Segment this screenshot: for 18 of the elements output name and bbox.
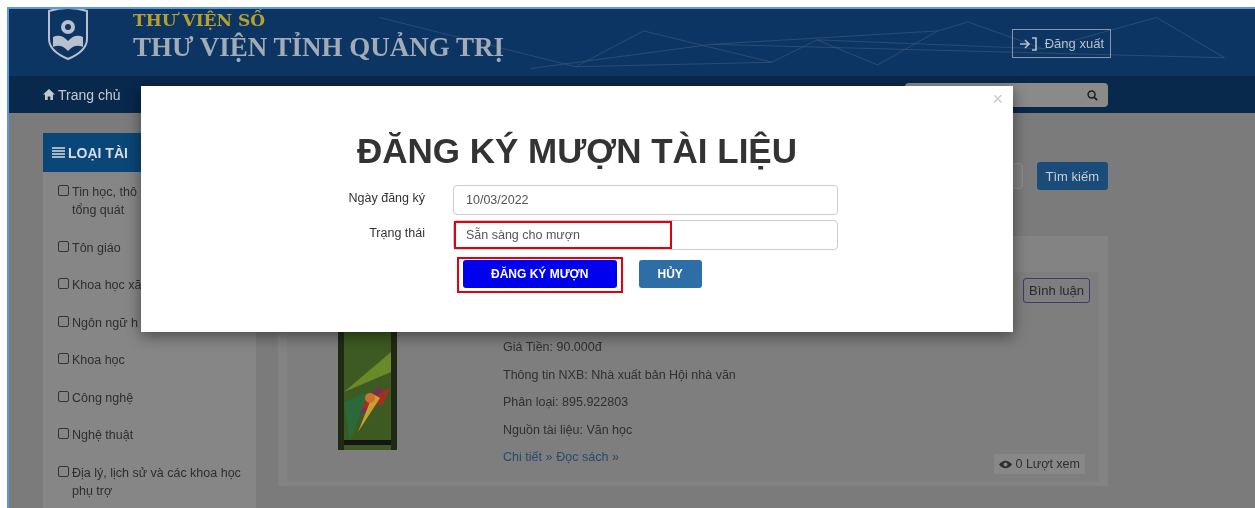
field-label: Trạng thái (369, 225, 425, 242)
category-title: LOẠI TÀI (68, 144, 128, 161)
book-detail: Giá Tiền: 90.000đ (503, 339, 603, 356)
book-detail: Nguồn tài liệu: Văn học (503, 421, 634, 439)
view-count: 0 Lượt xem (994, 454, 1085, 474)
category-label: Ngôn ngữ h (72, 314, 139, 332)
category-label: Công nghệ (72, 389, 134, 407)
book-detail: Phân loại: 895.922803 (503, 394, 630, 411)
category-label: Tin học, thô tổng quát (72, 184, 137, 219)
site-title: THƯ VIỆN TỈNH QUẢNG TRỊ (133, 31, 505, 63)
category-label: Khoa học xã (72, 277, 142, 294)
category-label: Tôn giáo (72, 239, 121, 257)
category-label: Nghệ thuật (72, 427, 134, 444)
field-label: Ngày đăng ký (348, 190, 425, 207)
book-detail: Thông tin NXB: Nhà xuất bản Hội nhà văn (503, 366, 737, 384)
category-label: Khoa học (72, 352, 125, 369)
category-label: Địa lý, lịch sử và các khoa học phụ trợ (72, 464, 242, 500)
dialog-title: ĐĂNG KÝ MƯỢN TÀI LIỆU (357, 130, 797, 172)
